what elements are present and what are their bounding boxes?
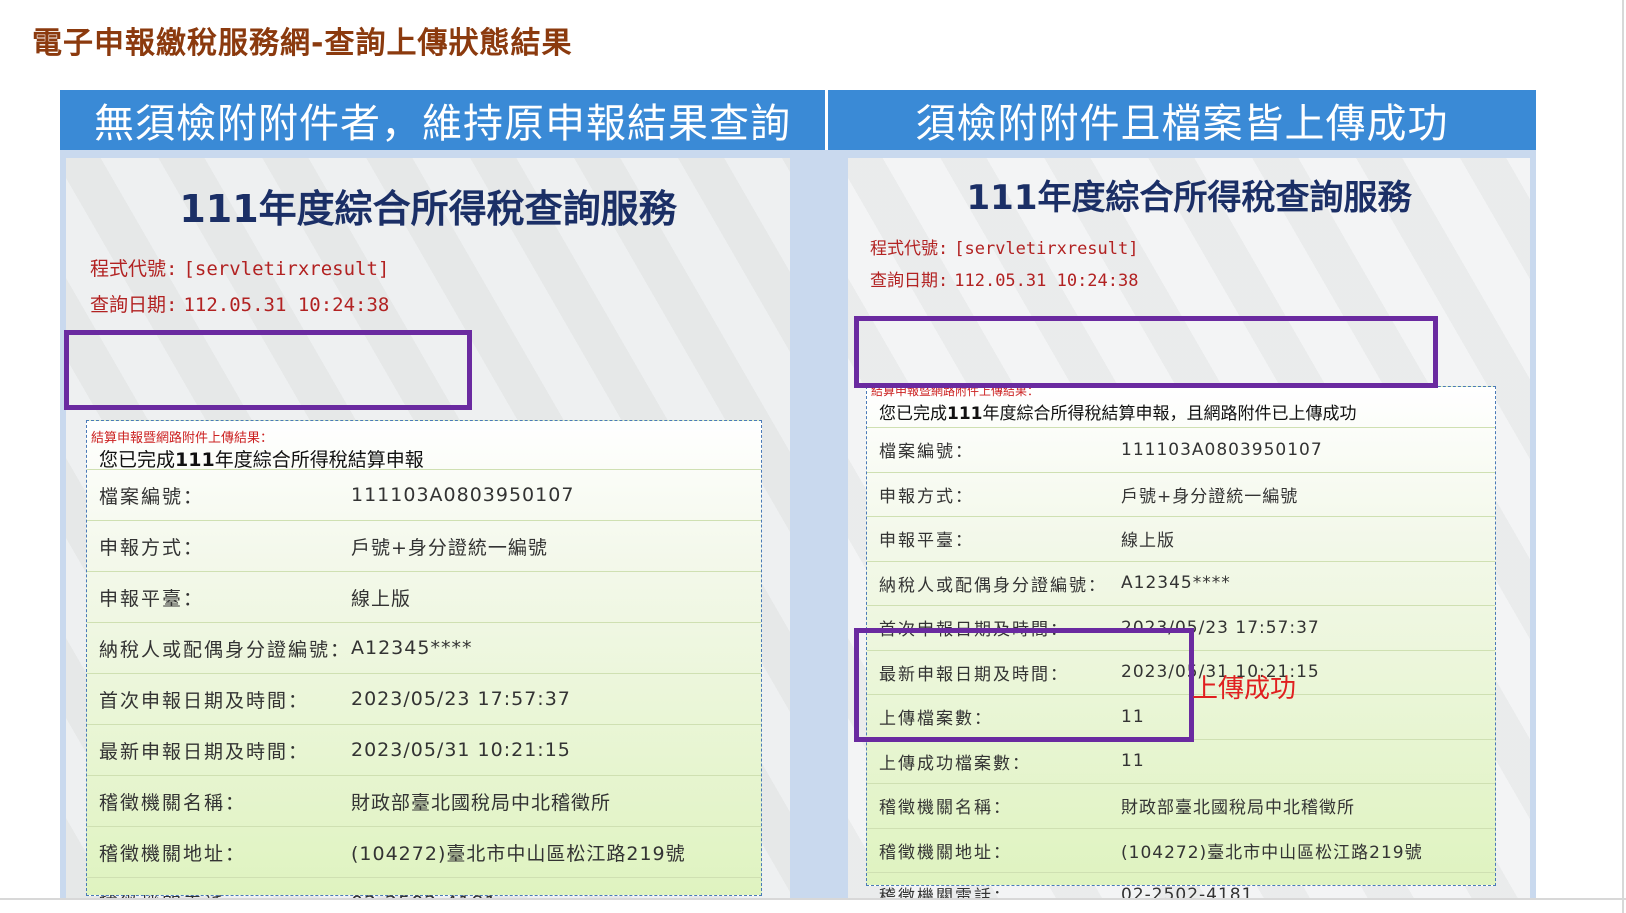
- query-date: 查詢日期: 112.05.31 10:24:38: [870, 266, 1138, 291]
- row-label: 申報方式：: [99, 536, 205, 559]
- page-title: 電子申報繳稅服務網-查詢上傳狀態結果: [32, 26, 573, 61]
- highlight-result-left: [64, 330, 472, 410]
- row-label: 申報平臺：: [879, 531, 974, 551]
- row-value: 線上版: [1121, 531, 1175, 551]
- program-code: 程式代號: [servletirxresult]: [90, 254, 389, 281]
- table-row: 稽徵機關地址： (104272)臺北市中山區松江路219號: [867, 827, 1495, 872]
- right-rule: [1622, 0, 1624, 913]
- result-year: 111: [947, 404, 983, 424]
- query-date-value: 112.05.31 10:24:38: [183, 294, 390, 316]
- table-row: 申報方式： 戶號+身分證統一編號: [87, 520, 761, 571]
- query-date: 查詢日期: 112.05.31 10:24:38: [90, 290, 389, 317]
- table-row: 納稅人或配偶身分證編號： A12345****: [87, 622, 761, 673]
- row-label: 稽徵機關名稱：: [99, 791, 247, 814]
- bottom-rule: [0, 898, 1626, 900]
- result-prefix: 您已完成: [879, 404, 947, 424]
- table-row: 申報平臺： 線上版: [867, 516, 1495, 560]
- table-row: 稽徵機關名稱： 財政部臺北國稅局中北稽徵所: [867, 783, 1495, 827]
- table-row: 檔案編號： 111103A0803950107: [867, 427, 1495, 471]
- table-row: 稽徵機關電話：02-2502-4181: [87, 877, 761, 898]
- row-value: (104272)臺北市中山區松江路219號: [351, 842, 686, 865]
- program-code-value: [servletirxresult]: [183, 258, 390, 280]
- table-row: 稽徵機關名稱： 財政部臺北國稅局中北稽徵所: [87, 775, 761, 826]
- right-header: 須檢附附件且檔案皆上傳成功: [828, 90, 1536, 150]
- table-row: 上傳成功檔案數： 11: [867, 738, 1495, 783]
- row-label: 上傳成功檔案數：: [879, 753, 1031, 774]
- row-label: 稽徵機關地址：: [99, 842, 247, 865]
- highlight-upload-counts: [854, 628, 1194, 742]
- program-code-value: [servletirxresult]: [954, 239, 1139, 259]
- right-screenshot-panel: 111年度綜合所得稅查詢服務 程式代號: [servletirxresult] 查…: [848, 158, 1530, 898]
- row-label: 納稅人或配偶身分證編號：: [879, 575, 1107, 596]
- table-row: 稽徵機關電話： 02-2502-4181: [867, 872, 1495, 898]
- row-value: 戶號+身分證統一編號: [1121, 486, 1299, 507]
- result-heading: 結算申報暨網路附件上傳結果：: [91, 431, 274, 446]
- result-message: 您已完成111年度綜合所得稅結算申報，且網路附件已上傳成功: [879, 399, 1357, 424]
- row-label: 檔案編號：: [879, 442, 974, 462]
- query-date-value: 112.05.31 10:24:38: [954, 271, 1139, 291]
- table-row: 稽徵機關地址： (104272)臺北市中山區松江路219號: [87, 826, 761, 877]
- left-header: 無須檢附附件者，維持原申報結果查詢: [60, 90, 825, 150]
- row-label: 檔案編號：: [99, 485, 205, 508]
- comparison-slide: 無須檢附附件者，維持原申報結果查詢 須檢附附件且檔案皆上傳成功 111年度綜合所…: [60, 90, 1536, 898]
- upload-success-note: 上傳成功: [1192, 674, 1297, 704]
- row-value: 戶號+身分證統一編號: [351, 536, 548, 559]
- row-value: 線上版: [351, 587, 412, 610]
- result-prefix: 您已完成: [99, 449, 176, 471]
- left-screenshot-panel: 111年度綜合所得稅查詢服務 程式代號: [servletirxresult] 查…: [66, 158, 790, 898]
- query-date-label: 查詢日期:: [870, 271, 949, 291]
- row-value: 111103A0803950107: [351, 484, 575, 506]
- row-value: 11: [1121, 751, 1145, 771]
- row-label: 納稅人或配偶身分證編號：: [99, 638, 352, 661]
- row-label: 最新申報日期及時間：: [99, 740, 310, 763]
- result-year: 111: [175, 449, 215, 471]
- row-value: A12345****: [351, 637, 473, 659]
- row-value: (104272)臺北市中山區松江路219號: [1121, 842, 1423, 863]
- row-value: 02-2502-4181: [1121, 884, 1254, 899]
- table-row: 申報平臺： 線上版: [87, 571, 761, 622]
- row-value: 111103A0803950107: [1121, 439, 1323, 460]
- table-row: 納稅人或配偶身分證編號： A12345****: [867, 560, 1495, 605]
- row-value: 2023/05/31 10:21:15: [351, 739, 571, 761]
- row-label: 申報方式：: [879, 486, 974, 507]
- row-value: A12345****: [1121, 573, 1231, 593]
- table-row: 檔案編號： 111103A0803950107: [87, 469, 761, 520]
- result-message: 您已完成111年度綜合所得稅結算申報: [99, 445, 424, 472]
- row-value: 2023/05/23 17:57:37: [351, 688, 571, 710]
- program-code: 程式代號: [servletirxresult]: [870, 234, 1138, 259]
- row-value: 財政部臺北國稅局中北稽徵所: [1121, 798, 1355, 818]
- service-title: 111年度綜合所得稅查詢服務: [966, 178, 1412, 218]
- service-title: 111年度綜合所得稅查詢服務: [179, 187, 677, 231]
- row-label: 申報平臺：: [99, 587, 205, 610]
- row-label: 稽徵機關電話：: [879, 887, 1012, 898]
- program-code-label: 程式代號:: [90, 258, 178, 280]
- table-row: 最新申報日期及時間： 2023/05/31 10:21:15: [87, 724, 761, 775]
- result-suffix: 年度綜合所得稅結算申報，且網路附件已上傳成功: [982, 404, 1357, 424]
- row-value: 財政部臺北國稅局中北稽徵所: [351, 791, 612, 814]
- table-row: 申報方式： 戶號+身分證統一編號: [867, 471, 1495, 516]
- row-label: 稽徵機關地址：: [879, 842, 1012, 863]
- highlight-result-right: [854, 316, 1438, 388]
- query-date-label: 查詢日期:: [90, 294, 178, 316]
- result-suffix: 年度綜合所得稅結算申報: [214, 449, 424, 471]
- row-label: 稽徵機關電話：: [99, 890, 246, 899]
- program-code-label: 程式代號:: [870, 239, 949, 259]
- result-box: 結算申報暨網路附件上傳結果： 您已完成111年度綜合所得稅結算申報 檔案編號： 1…: [86, 420, 762, 898]
- table-row: 首次申報日期及時間： 2023/05/23 17:57:37: [87, 673, 761, 724]
- row-label: 首次申報日期及時間：: [99, 689, 310, 712]
- row-label: 稽徵機關名稱：: [879, 798, 1012, 818]
